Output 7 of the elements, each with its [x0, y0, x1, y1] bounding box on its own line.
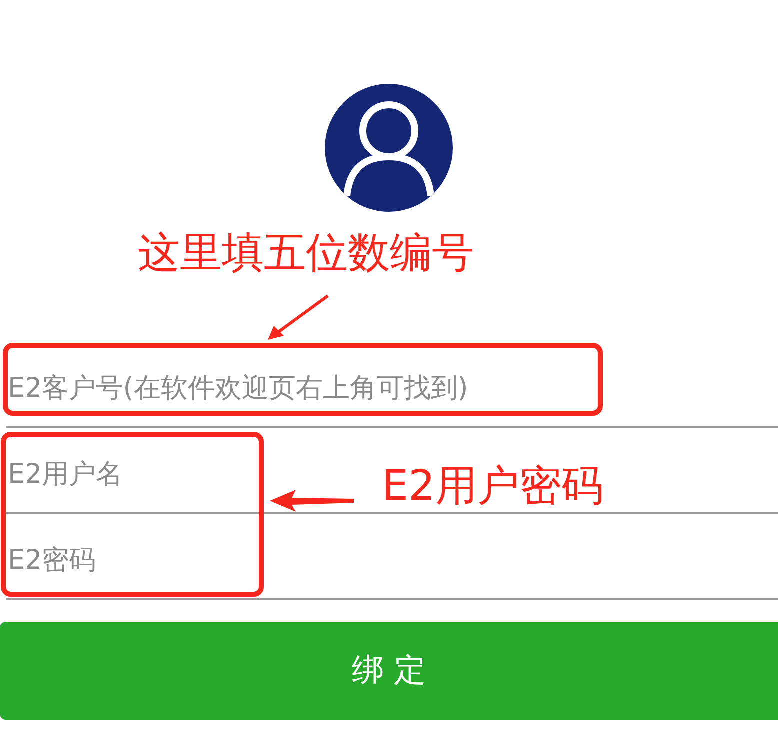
bind-button[interactable]: 绑 定 — [0, 622, 778, 720]
avatar-icon — [325, 84, 453, 212]
annotation-text: 这里填五位数编号 — [138, 232, 474, 274]
annotation-arrow — [266, 294, 330, 342]
input-field[interactable]: E2密码 — [6, 514, 778, 600]
annotation-text: E2用户密码 — [382, 465, 604, 507]
input-field[interactable]: E2客户号(在软件欢迎页右上角可找到) — [6, 342, 778, 428]
